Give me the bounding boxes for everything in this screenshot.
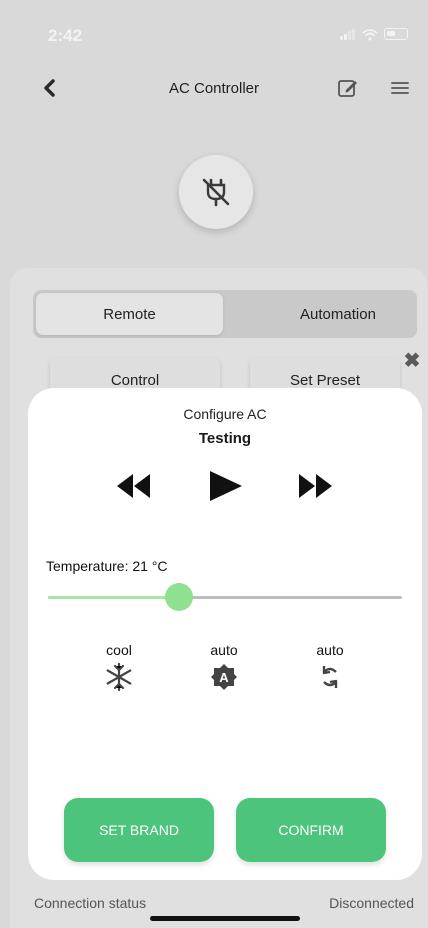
- nav-bar: AC Controller: [0, 60, 428, 116]
- temperature-label: Temperature: 21 °C: [46, 558, 168, 574]
- mode-cool[interactable]: cool: [89, 642, 149, 692]
- swing-icon: [322, 666, 338, 688]
- snowflake-icon: [106, 662, 132, 692]
- menu-icon: [391, 82, 409, 94]
- battery-icon: [384, 28, 408, 40]
- svg-text:A: A: [219, 670, 229, 685]
- slider-fill: [48, 596, 179, 599]
- mode-label: cool: [106, 642, 132, 658]
- wifi-icon: [362, 28, 378, 41]
- rewind-icon: [117, 474, 150, 498]
- configure-dialog: Configure AC Testing Temperature: 21 °C …: [28, 388, 422, 880]
- play-button[interactable]: [206, 466, 246, 506]
- fast-forward-icon: [299, 474, 332, 498]
- plug-off-icon: [202, 178, 230, 207]
- play-icon: [210, 471, 242, 501]
- connection-status-label: Connection status: [34, 895, 147, 911]
- confirm-button[interactable]: CONFIRM: [236, 798, 386, 862]
- mode-swing-auto[interactable]: auto: [300, 642, 360, 692]
- rewind-button[interactable]: [114, 466, 154, 506]
- close-button[interactable]: ✖: [403, 350, 421, 372]
- edit-button[interactable]: [336, 76, 360, 100]
- signal-icon: [340, 28, 356, 40]
- connection-status-value: Disconnected: [329, 895, 414, 911]
- status-icons: [340, 28, 408, 41]
- mode-label: auto: [210, 642, 238, 658]
- status-time: 2:42: [48, 26, 83, 45]
- dialog-heading: Configure AC: [183, 406, 267, 422]
- fast-forward-button[interactable]: [296, 466, 336, 506]
- close-icon: ✖: [403, 350, 421, 372]
- temperature-slider[interactable]: [48, 583, 402, 611]
- set-brand-button[interactable]: SET BRAND: [64, 798, 214, 862]
- page-title: AC Controller: [168, 80, 260, 97]
- status-bar: 2:42: [0, 0, 428, 60]
- power-button[interactable]: [179, 155, 253, 229]
- menu-button[interactable]: [388, 76, 412, 100]
- tab-automation[interactable]: Automation: [258, 293, 418, 335]
- mode-fan-auto[interactable]: auto A: [194, 642, 254, 692]
- mode-label: auto: [316, 642, 344, 658]
- segmented-control: Remote Automation: [33, 290, 417, 338]
- auto-fan-icon: A: [211, 664, 237, 690]
- tab-remote[interactable]: Remote: [36, 293, 223, 335]
- home-indicator: [150, 916, 300, 921]
- device-name: Testing: [198, 430, 252, 447]
- edit-icon: [338, 80, 357, 97]
- slider-thumb[interactable]: [164, 583, 193, 611]
